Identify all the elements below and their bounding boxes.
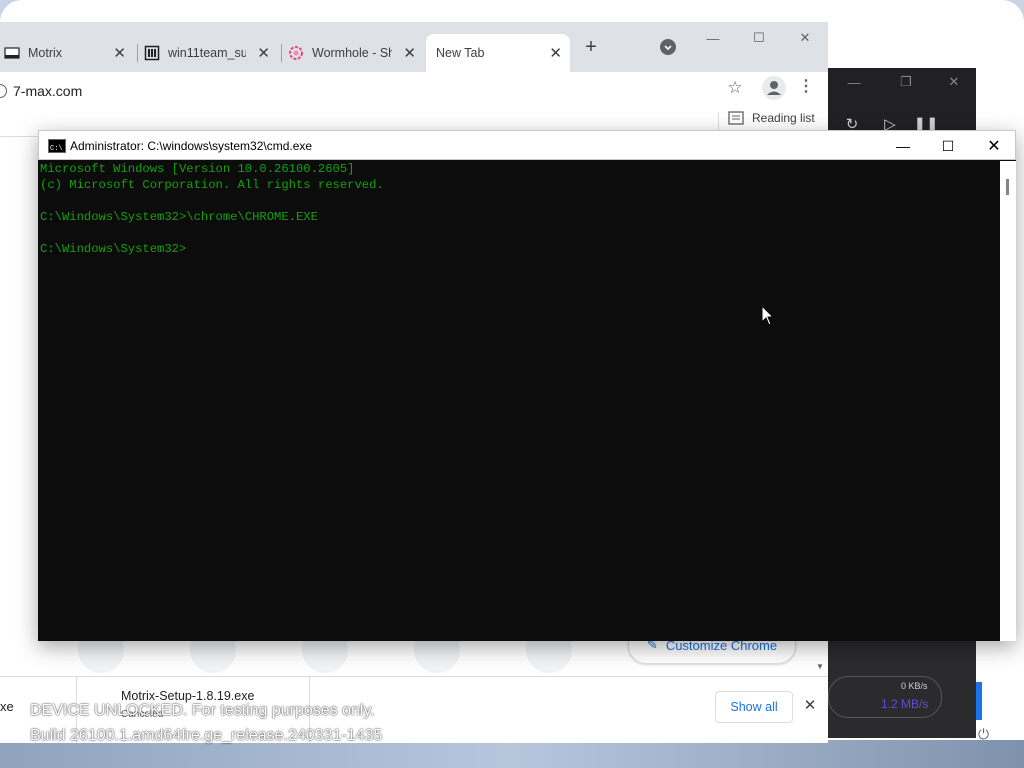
minimize-icon[interactable]: —: [690, 22, 736, 54]
close-icon[interactable]: ✕: [403, 44, 416, 62]
maximize-icon[interactable]: ☐: [736, 22, 782, 54]
download-speed: 0 KB/s: [901, 681, 928, 691]
terminal-scrollbar[interactable]: [1000, 161, 1016, 641]
tab-label: Motrix: [28, 46, 63, 60]
tab-motrix[interactable]: Motrix ✕: [0, 34, 134, 72]
reading-list-button[interactable]: Reading list: [728, 111, 815, 125]
scroll-down-arrow-icon[interactable]: ▼: [814, 662, 826, 676]
terminal-line: Microsoft Windows [Version 10.0.26100.26…: [40, 162, 355, 176]
terminal-line: C:\Windows\System32>\chrome\CHROME.EXE: [40, 210, 318, 224]
cmd-title: Administrator: C:\windows\system32\cmd.e…: [70, 139, 313, 153]
wormhole-icon: [288, 45, 304, 61]
show-all-button[interactable]: Show all: [715, 691, 793, 723]
close-window-icon[interactable]: ✕: [932, 68, 976, 96]
minimize-icon[interactable]: —: [832, 68, 876, 96]
motrix-icon: [4, 45, 20, 61]
address-bar[interactable]: 7-max.com: [0, 78, 760, 104]
terminal-prompt: C:\Windows\System32>: [40, 242, 187, 256]
tab-label: Wormhole - Sh: [312, 46, 392, 60]
watermark-line-2: Build 26100.1.amd64fre.ge_release.240331…: [30, 727, 383, 744]
mouse-cursor-icon: [761, 304, 775, 332]
divider: [718, 112, 719, 130]
svg-text:C:\: C:\: [50, 145, 63, 153]
tab-new-tab[interactable]: New Tab ✕: [426, 34, 570, 72]
speed-meter: 0 KB/s 1.2 MB/s: [828, 676, 942, 718]
tab-search-button[interactable]: [660, 39, 676, 55]
profile-avatar[interactable]: [762, 76, 786, 100]
maximize-icon[interactable]: ❐: [884, 68, 928, 96]
download-item-fragment[interactable]: xe: [0, 699, 14, 714]
reading-list-icon: [728, 111, 744, 125]
more-menu-icon[interactable]: ⋮: [798, 76, 814, 100]
cmd-title-bar[interactable]: C:\ Administrator: C:\windows\system32\c…: [38, 130, 1016, 160]
scrollbar-thumb[interactable]: [1006, 179, 1009, 195]
repo-icon: [144, 45, 160, 61]
tab-separator: [281, 44, 282, 62]
tab-separator: [137, 44, 138, 62]
maximize-icon[interactable]: ☐: [925, 131, 971, 161]
cmd-window[interactable]: C:\ Administrator: C:\windows\system32\c…: [38, 130, 1016, 641]
upload-speed: 1.2 MB/s: [881, 697, 929, 711]
watermark-line-1: DEVICE UNLOCKED. For testing purposes on…: [30, 702, 375, 719]
motrix-speed-panel: 0 KB/s 1.2 MB/s: [828, 640, 976, 738]
site-info-icon[interactable]: [0, 84, 7, 98]
close-window-icon[interactable]: ✕: [971, 131, 1017, 161]
new-tab-button[interactable]: +: [580, 36, 602, 58]
tab-label: win11team_su: [168, 46, 246, 60]
address-text: 7-max.com: [13, 83, 83, 99]
tab-label: New Tab: [436, 46, 485, 60]
browser-toolbar: 7-max.com ☆ ⋮: [0, 72, 828, 106]
download-file-name: Motrix-Setup-1.8.19.exe: [121, 689, 255, 703]
tab-win11team[interactable]: win11team_su ✕: [140, 34, 278, 72]
close-downloads-icon[interactable]: ✕: [801, 696, 819, 714]
minimize-icon[interactable]: —: [880, 131, 926, 161]
reading-list-label: Reading list: [752, 111, 815, 125]
terminal-output[interactable]: Microsoft Windows [Version 10.0.26100.26…: [40, 161, 998, 639]
tab-strip: Motrix ✕ win11team_su ✕ Wormhole - Sh ✕ …: [0, 22, 828, 72]
accent-tab: [976, 682, 982, 720]
close-window-icon[interactable]: ✕: [782, 22, 828, 54]
close-icon[interactable]: ✕: [113, 44, 126, 62]
close-icon[interactable]: ✕: [549, 44, 562, 62]
power-icon[interactable]: ⏻: [978, 726, 996, 744]
bookmark-star-icon[interactable]: ☆: [724, 78, 746, 100]
close-icon[interactable]: ✕: [257, 44, 270, 62]
cmd-app-icon: C:\: [48, 139, 66, 153]
tab-wormhole[interactable]: Wormhole - Sh ✕: [284, 34, 424, 72]
terminal-line: (c) Microsoft Corporation. All rights re…: [40, 178, 384, 192]
